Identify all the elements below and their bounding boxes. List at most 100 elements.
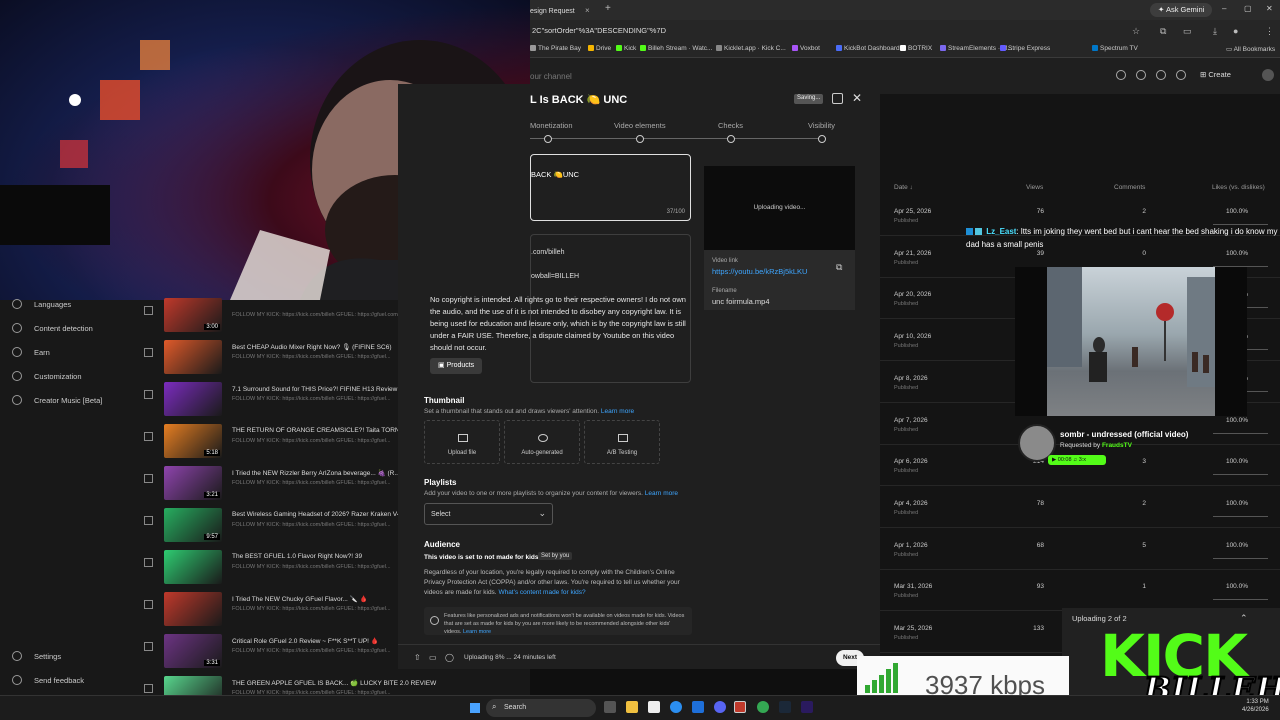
title-field[interactable]: BACK 🍋UNC 37/100 bbox=[530, 154, 691, 221]
table-row[interactable]: Apr 1, 2026 Published 68 5 100.0% bbox=[880, 528, 1280, 570]
notepad-icon[interactable] bbox=[648, 701, 660, 713]
sidebar-item-content-detection[interactable]: Content detection bbox=[12, 323, 93, 333]
task-view-icon[interactable] bbox=[604, 701, 616, 713]
sidebar-item-earn[interactable]: Earn bbox=[12, 347, 50, 357]
taskbar-search[interactable]: ⌕ Search bbox=[486, 699, 596, 717]
playlist-select[interactable]: Select ⌄ bbox=[424, 503, 553, 525]
row-checkbox[interactable] bbox=[144, 642, 153, 651]
video-title[interactable]: Critical Role GFuel 2.0 Review ~ F**K S*… bbox=[232, 637, 379, 645]
windows-start-icon[interactable] bbox=[470, 703, 480, 713]
video-thumbnail[interactable]: 3:21 bbox=[164, 466, 222, 500]
step-checks[interactable]: Checks bbox=[718, 121, 743, 130]
gemini-icon[interactable] bbox=[1156, 70, 1166, 80]
discord-icon[interactable] bbox=[714, 701, 726, 713]
playlists-learn-more[interactable]: Learn more bbox=[645, 490, 678, 497]
bookmark-item[interactable]: Drive bbox=[588, 45, 611, 52]
avatar[interactable] bbox=[1262, 69, 1274, 81]
products-button[interactable]: ▣ Products bbox=[430, 358, 483, 374]
mail-icon[interactable] bbox=[692, 701, 704, 713]
row-checkbox[interactable] bbox=[144, 474, 153, 483]
ab-testing-button[interactable]: A/B Testing bbox=[584, 420, 660, 464]
video-title[interactable]: I Tried the NEW Rizzler Berry ArIZona be… bbox=[232, 469, 400, 477]
step-monetization[interactable]: Monetization bbox=[530, 121, 573, 130]
step-dot[interactable] bbox=[818, 135, 826, 143]
video-title[interactable]: Best Wireless Gaming Headset of 2026? Ra… bbox=[232, 511, 401, 518]
feedback-icon[interactable] bbox=[1136, 70, 1146, 80]
bookmark-item[interactable]: Kick bbox=[616, 45, 636, 52]
made-for-kids-link[interactable]: What's content made for kids? bbox=[498, 589, 585, 596]
tab-close-icon[interactable]: × bbox=[585, 6, 590, 15]
column-views[interactable]: Views bbox=[1026, 184, 1043, 191]
bookmark-item[interactable]: Spectrum TV bbox=[1092, 45, 1138, 52]
video-title[interactable]: THE GREEN APPLE GFUEL IS BACK... 🍏 LUCKY… bbox=[232, 679, 436, 687]
video-title[interactable]: THE RETURN OF ORANGE CREAMSICLE?! Taita … bbox=[232, 427, 414, 434]
search-input[interactable]: our channel bbox=[530, 72, 572, 81]
bookmark-item[interactable]: Voxbot bbox=[792, 45, 820, 52]
video-title[interactable]: 7.1 Surround Sound for THIS Price?! FIFI… bbox=[232, 385, 407, 393]
clock[interactable]: 1:33 PM 4/26/2026 bbox=[1242, 698, 1269, 714]
video-thumbnail[interactable] bbox=[164, 382, 222, 416]
table-row[interactable]: Apr 4, 2026 Published 78 2 100.0% bbox=[880, 486, 1280, 528]
step-dot[interactable] bbox=[636, 135, 644, 143]
help-icon[interactable] bbox=[1116, 70, 1126, 80]
sidebar-item-customization[interactable]: Customization bbox=[12, 371, 82, 381]
all-bookmarks[interactable]: ▭ All Bookmarks bbox=[1226, 45, 1275, 53]
row-checkbox[interactable] bbox=[144, 390, 153, 399]
step-dot[interactable] bbox=[727, 135, 735, 143]
obs-icon[interactable] bbox=[734, 701, 746, 713]
video-link[interactable]: https://youtu.be/kRzBj5kLKU bbox=[712, 267, 807, 276]
bookmark-item[interactable]: Billeh Stream · Watc... bbox=[640, 45, 712, 52]
video-thumbnail[interactable]: 5:18 bbox=[164, 424, 222, 458]
row-checkbox[interactable] bbox=[144, 600, 153, 609]
new-tab-button[interactable]: + bbox=[605, 3, 611, 14]
sidebar-icon[interactable]: ▭ bbox=[1183, 26, 1192, 37]
thumbnail-learn-more[interactable]: Learn more bbox=[601, 408, 634, 415]
column-date[interactable]: Date ↓ bbox=[894, 184, 913, 191]
alert-icon[interactable] bbox=[832, 93, 843, 104]
bookmark-item[interactable]: Stripe Express bbox=[1000, 45, 1050, 52]
ask-gemini-button[interactable]: ✦ Ask Gemini bbox=[1150, 3, 1213, 17]
bookmark-item[interactable]: Kicklet.app · Kick C... bbox=[716, 45, 786, 52]
step-video-elements[interactable]: Video elements bbox=[614, 121, 666, 130]
row-checkbox[interactable] bbox=[144, 348, 153, 357]
video-thumbnail[interactable]: 3:00 bbox=[164, 298, 222, 332]
maximize-icon[interactable]: ▢ bbox=[1244, 4, 1252, 13]
auto-generated-button[interactable]: Auto-generated bbox=[504, 420, 580, 464]
video-thumbnail[interactable]: 3:31 bbox=[164, 634, 222, 668]
step-visibility[interactable]: Visibility bbox=[808, 121, 835, 130]
video-title[interactable]: I Tried The NEW Chucky GFuel Flavor... 🔪… bbox=[232, 595, 368, 603]
download-icon[interactable]: ⤓ bbox=[1213, 26, 1217, 37]
sidebar-item-creator-music-beta[interactable]: Creator Music [Beta] bbox=[12, 395, 102, 405]
video-thumbnail[interactable] bbox=[164, 550, 222, 584]
copy-icon[interactable]: ⧉ bbox=[836, 262, 842, 273]
premiere-icon[interactable] bbox=[801, 701, 813, 713]
sidebar-item-send-feedback[interactable]: Send feedback bbox=[12, 675, 84, 685]
video-thumbnail[interactable] bbox=[164, 592, 222, 626]
bookmark-item[interactable]: The Pirate Bay bbox=[530, 45, 581, 52]
upload-file-button[interactable]: Upload file bbox=[424, 420, 500, 464]
close-dialog-button[interactable]: ✕ bbox=[852, 91, 862, 105]
file-explorer-icon[interactable] bbox=[626, 701, 638, 713]
column-likes[interactable]: Likes (vs. dislikes) bbox=[1212, 184, 1265, 191]
menu-icon[interactable]: ⋮ bbox=[1265, 26, 1274, 37]
notifications-icon[interactable] bbox=[1176, 70, 1186, 80]
close-window-icon[interactable]: ✕ bbox=[1266, 4, 1273, 13]
row-checkbox[interactable] bbox=[144, 432, 153, 441]
video-title[interactable]: Best CHEAP Audio Mixer Right Now? 🎙 (FIF… bbox=[232, 343, 392, 351]
address-bar[interactable]: 2C"sortOrder"%3A"DESCENDING"%7D ☆ ⧉ ▭ ⤓ … bbox=[530, 20, 1280, 42]
sidebar-item-languages[interactable]: Languages bbox=[12, 299, 71, 309]
row-checkbox[interactable] bbox=[144, 306, 153, 315]
row-checkbox[interactable] bbox=[144, 684, 153, 693]
sidebar-item-settings[interactable]: Settings bbox=[12, 651, 61, 661]
video-thumbnail[interactable]: 9:57 bbox=[164, 508, 222, 542]
edge-icon[interactable] bbox=[670, 701, 682, 713]
row-checkbox[interactable] bbox=[144, 516, 153, 525]
bookmark-item[interactable]: KickBot Dashboard bbox=[836, 45, 900, 52]
step-dot[interactable] bbox=[544, 135, 552, 143]
kids-learn-more[interactable]: Learn more bbox=[463, 629, 491, 635]
chrome-icon[interactable] bbox=[757, 701, 769, 713]
extensions-icon[interactable]: ⧉ bbox=[1160, 26, 1166, 37]
browser-tab[interactable]: esign Request × bbox=[530, 2, 602, 20]
minimize-icon[interactable]: – bbox=[1222, 4, 1226, 13]
star-icon[interactable]: ☆ bbox=[1132, 26, 1140, 37]
